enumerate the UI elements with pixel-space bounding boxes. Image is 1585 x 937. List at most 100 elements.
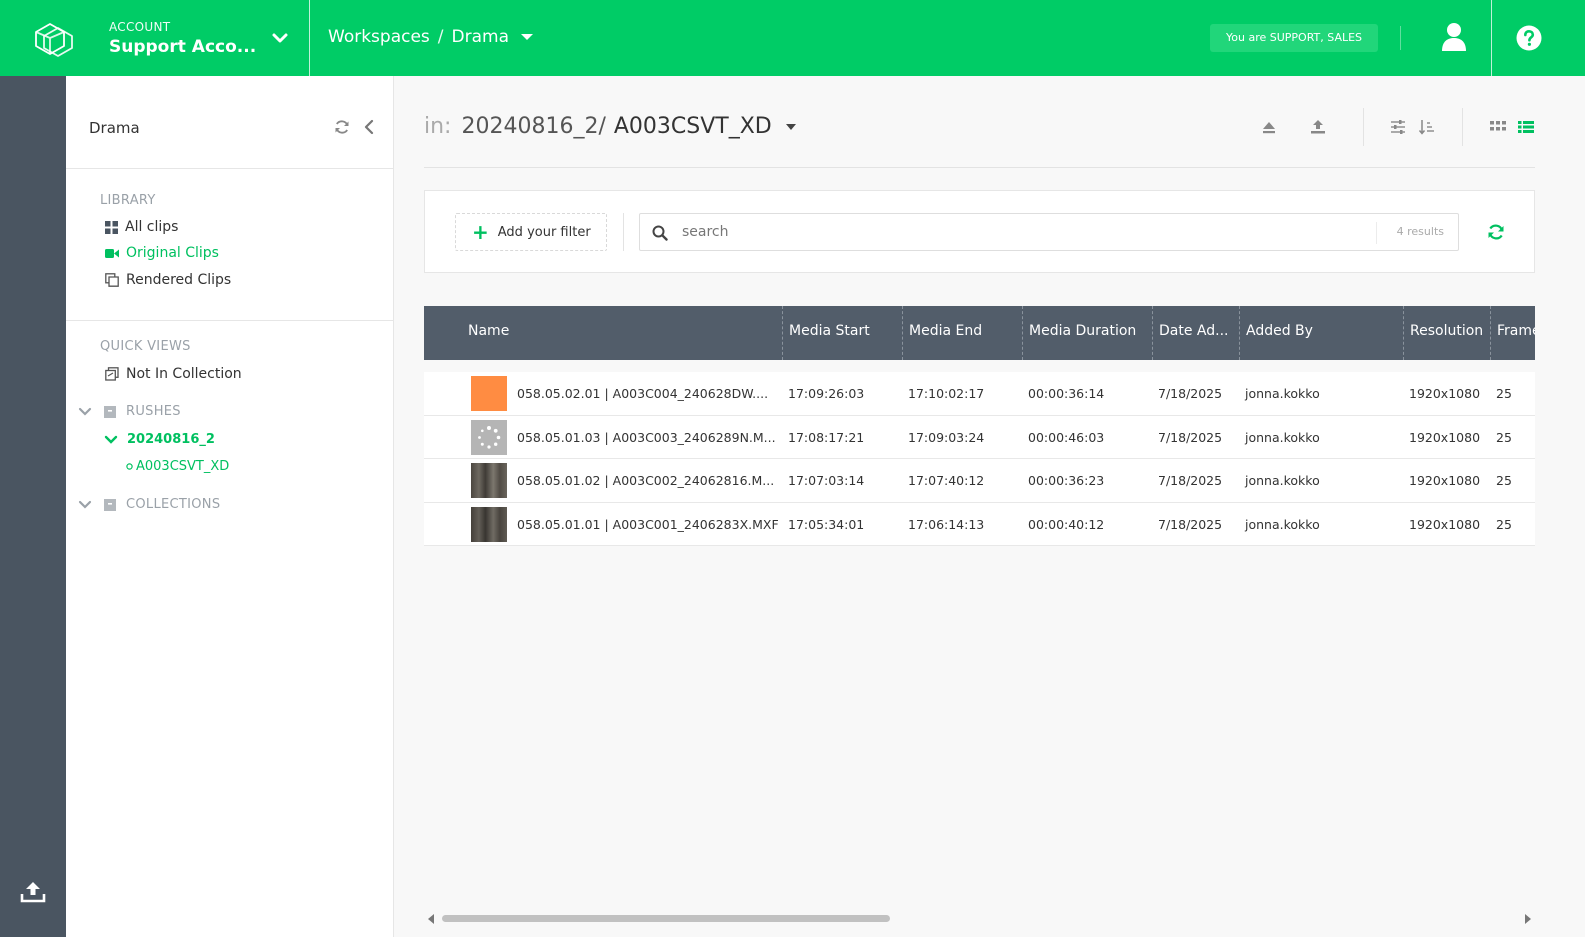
divider [309,0,310,76]
clip-thumbnail[interactable] [471,506,507,542]
cell-date-added: 7/18/2025 [1158,429,1223,445]
nav-rendered-clips[interactable]: Rendered Clips [105,272,231,288]
tree-rushes[interactable]: RUSHES [78,404,181,419]
collapse-panel-icon[interactable] [362,119,376,135]
main-content: in: 20240816_2/ A003CSVT_XD + Add your fil… [394,76,1585,937]
sort-icon[interactable] [1418,118,1436,136]
horizontal-scrollbar[interactable] [424,910,1535,926]
tree-collections[interactable]: COLLECTIONS [78,497,220,512]
column-header-media-start[interactable]: Media Start [782,306,902,360]
divider [66,320,393,321]
column-header-frame[interactable]: Frame [1490,306,1535,360]
clip-thumbnail[interactable] [471,463,507,498]
cell-duration: 00:00:46:03 [1028,429,1105,445]
breadcrumb-workspaces[interactable]: Workspaces [328,27,430,47]
scrollbar-thumb[interactable] [442,915,890,922]
filter-settings-icon[interactable] [1389,118,1407,136]
account-switcher[interactable]: ACCOUNT Support Acco... [109,20,256,57]
nav-original-clips-label: Original Clips [126,245,219,261]
table-row[interactable]: 058.05.01.02 | A003C002_24062816.M... 17… [424,459,1535,503]
cell-name: 058.05.02.01 | A003C004_240628DW.... [517,386,769,401]
divider [1491,0,1492,76]
path-parent[interactable]: 20240816_2 [461,114,598,139]
cell-resolution: 1920x1080 [1409,386,1481,401]
cell-frame: 25 [1496,516,1512,532]
column-header-media-duration[interactable]: Media Duration [1022,306,1152,360]
cell-media-start: 17:05:34:01 [788,516,865,532]
clip-thumbnail[interactable] [471,419,507,455]
help-icon[interactable] [1516,25,1542,51]
divider [1400,26,1401,50]
cell-frame: 25 [1496,386,1512,401]
clip-thumbnail[interactable] [471,376,507,411]
nav-not-in-collection-label: Not In Collection [126,366,242,382]
cell-media-end: 17:07:40:12 [908,473,985,488]
cell-date-added: 7/18/2025 [1158,516,1223,532]
quick-views-section-title: QUICK VIEWS [100,339,191,354]
chevron-down-icon[interactable] [78,500,92,510]
refresh-icon[interactable] [334,119,350,135]
divider [1363,108,1364,146]
add-filter-button[interactable]: + Add your filter [455,213,607,251]
column-header-added-by[interactable]: Added By [1239,306,1403,360]
cell-media-end: 17:10:02:17 [908,386,985,401]
logo-icon[interactable] [30,18,78,58]
video-camera-icon [105,248,119,258]
cell-name: 058.05.01.01 | A003C001_2406283X.MXF [517,516,779,532]
breadcrumb[interactable]: Workspaces / Drama [328,27,533,47]
refresh-icon[interactable] [1487,223,1505,241]
breadcrumb-current[interactable]: Drama [452,27,509,47]
column-header-media-end[interactable]: Media End [902,306,1022,360]
path-current[interactable]: A003CSVT_XD [614,114,772,139]
cell-added-by: jonna.kokko [1245,386,1320,401]
grid-view-icon[interactable] [1489,118,1507,136]
tree-subfolder-a003csvt-xd[interactable]: A003CSVT_XD [126,459,229,474]
chevron-down-icon[interactable] [270,28,290,48]
tree-folder-20240816-2[interactable]: 20240816_2 [104,432,215,447]
cell-resolution: 1920x1080 [1409,429,1481,445]
chevron-down-icon[interactable] [104,435,118,445]
cell-frame: 25 [1496,429,1512,445]
cell-resolution: 1920x1080 [1409,516,1481,532]
search-input[interactable] [682,221,1362,243]
table-header: Name Media Start Media End Media Duratio… [424,306,1535,360]
table-row[interactable]: 058.05.01.03 | A003C003_2406289N.M... 17… [424,416,1535,459]
list-view-icon[interactable] [1517,118,1535,136]
path-separator: / [598,114,606,139]
divider [1376,222,1377,244]
archive-icon [104,498,116,511]
nav-not-in-collection[interactable]: Not In Collection [105,366,242,382]
cell-duration: 00:00:36:23 [1028,473,1105,488]
caret-down-icon[interactable] [521,34,533,40]
path-prefix: in: [424,114,452,139]
column-header-resolution[interactable]: Resolution [1403,306,1490,360]
archive-icon [104,405,116,418]
chevron-down-icon[interactable] [78,407,92,417]
scroll-left-icon[interactable] [428,914,434,924]
tree-subfolder-label: A003CSVT_XD [136,459,230,474]
eject-icon[interactable] [1260,118,1278,136]
upload-icon[interactable] [1309,118,1327,136]
table-row[interactable]: 058.05.02.01 | A003C004_240628DW.... 17:… [424,372,1535,416]
plus-icon: + [472,220,489,244]
collections-section-title: COLLECTIONS [126,497,221,512]
nav-all-clips[interactable]: All clips [105,219,178,235]
cell-added-by: jonna.kokko [1245,429,1320,445]
column-header-name[interactable]: Name [462,306,782,360]
grid-icon [105,220,118,234]
cell-name: 058.05.01.02 | A003C002_24062816.M... [517,473,775,488]
caret-down-icon[interactable] [785,124,796,130]
nav-original-clips[interactable]: Original Clips [105,245,219,261]
upload-icon[interactable] [20,880,46,904]
nav-rendered-clips-label: Rendered Clips [126,272,232,288]
clips-table: Name Media Start Media End Media Duratio… [424,306,1535,546]
cell-added-by: jonna.kokko [1245,516,1320,532]
cell-media-end: 17:09:03:24 [908,429,985,445]
scroll-right-icon[interactable] [1525,914,1531,924]
table-row[interactable]: 058.05.01.01 | A003C001_2406283X.MXF 17:… [424,503,1535,546]
column-header-date-added[interactable]: Date Ad... [1152,306,1239,360]
user-icon[interactable] [1440,22,1468,52]
divider [1462,108,1463,146]
copy-icon [105,273,119,287]
add-filter-label: Add your filter [497,224,591,240]
